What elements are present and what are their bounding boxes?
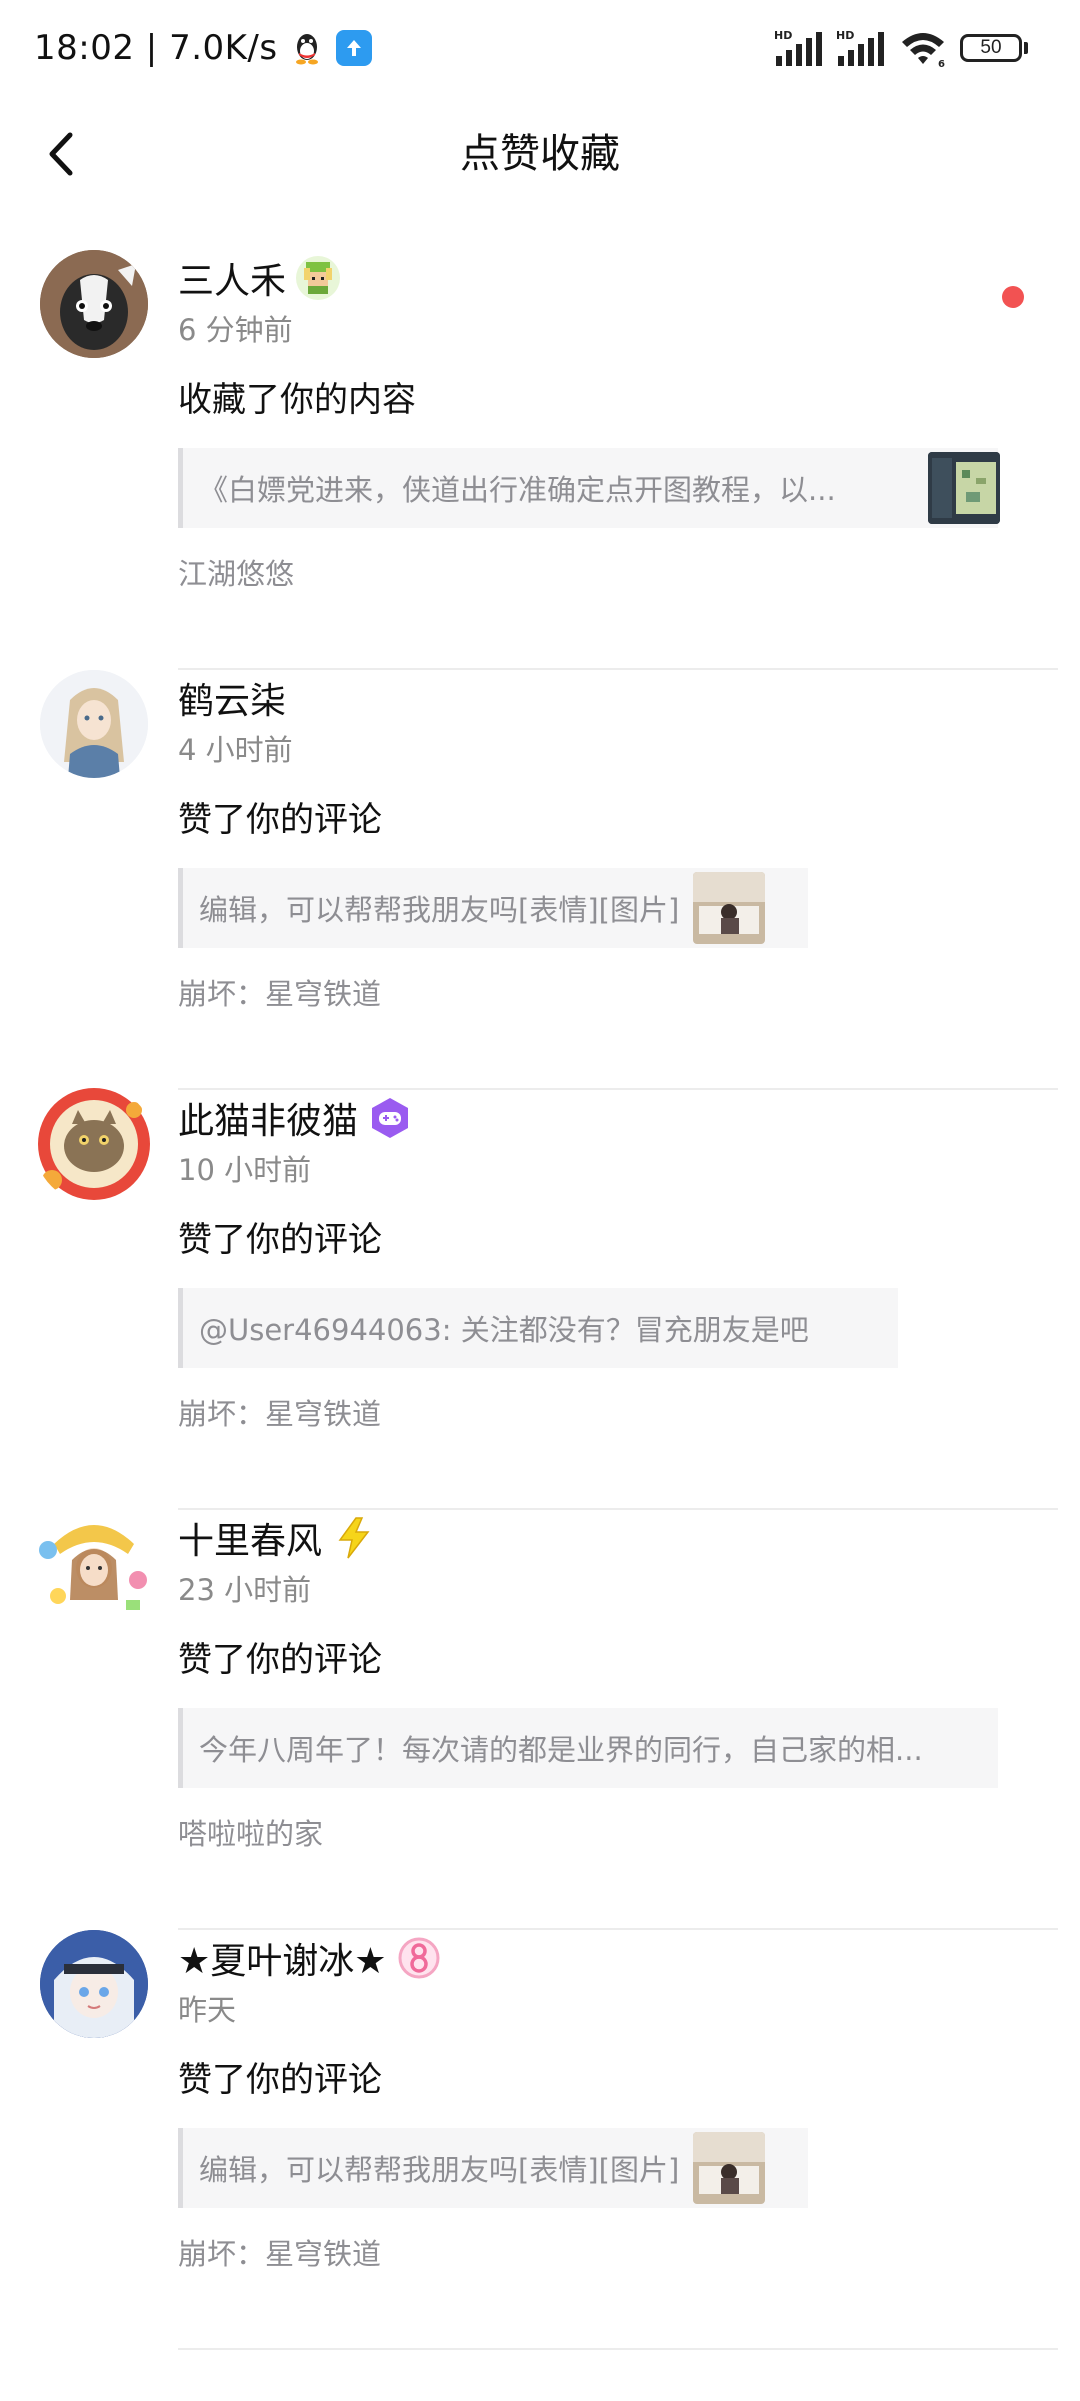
user-row: ★夏叶谢冰★ [178, 1930, 1050, 1986]
level-badge-icon [397, 1936, 441, 1980]
user-row: 三人禾 [178, 250, 1050, 306]
lightning-badge-icon [332, 1516, 376, 1560]
gamepad-badge-icon [368, 1096, 412, 1140]
battery-icon: 50 [960, 31, 1028, 65]
quoted-text: 《白嫖党进来，侠道出行准确定点开图教程，以... [199, 473, 836, 507]
svg-text:HD: HD [836, 29, 854, 42]
source-community[interactable]: 崩坏：星穹铁道 [178, 1392, 1050, 1436]
avatar[interactable] [34, 1084, 154, 1204]
source-community[interactable]: 江湖悠悠 [178, 552, 1050, 596]
notification-item[interactable]: 十里春风 23 小时前 赞了你的评论 今年八周年了！每次请的都是业界的同行，自己… [0, 1510, 1080, 1930]
status-right: HD HD 6 50 [774, 26, 1028, 70]
source-community[interactable]: 嗒啦啦的家 [178, 1812, 1050, 1856]
quoted-text: 编辑，可以帮帮我朋友吗[表情][图片] [199, 2153, 680, 2187]
quoted-content[interactable]: 《白嫖党进来，侠道出行准确定点开图教程，以... [178, 448, 1000, 528]
content-thumbnail[interactable] [693, 872, 766, 944]
notification-item[interactable]: 三人禾 6 分钟前 收藏了你的内容 《白嫖党进来，侠道出行准确定点开图教程，以.… [0, 250, 1080, 670]
quoted-text: 编辑，可以帮帮我朋友吗[表情][图片] [199, 893, 680, 927]
avatar[interactable] [40, 250, 148, 358]
battery-level: 50 [980, 37, 1002, 58]
top-bar: 点赞收藏 [0, 100, 1080, 210]
upload-notification-icon [335, 30, 372, 66]
notification-content: 此猫非彼猫 10 小时前 赞了你的评论 @User46944063: 关注都没有… [178, 1090, 1050, 1436]
timestamp: 23 小时前 [178, 1573, 312, 1607]
notification-content: 三人禾 6 分钟前 收藏了你的内容 《白嫖党进来，侠道出行准确定点开图教程，以.… [178, 250, 1050, 596]
quoted-content[interactable]: 编辑，可以帮帮我朋友吗[表情][图片] [178, 868, 808, 948]
content-thumbnail[interactable] [928, 452, 1000, 524]
quoted-text: 今年八周年了！每次请的都是业界的同行，自己家的相... [199, 1733, 923, 1767]
timestamp: 10 小时前 [178, 1153, 312, 1187]
notification-item[interactable]: ★夏叶谢冰★ 昨天 赞了你的评论 编辑，可以帮帮我朋友吗[表情][图片] 崩坏：… [0, 1930, 1080, 2350]
quoted-text: @User46944063: 关注都没有？冒充朋友是吧 [199, 1313, 809, 1347]
user-name[interactable]: 此猫非彼猫 [178, 1092, 358, 1144]
action-text: 赞了你的评论 [178, 1640, 382, 1680]
notification-item[interactable]: 此猫非彼猫 10 小时前 赞了你的评论 @User46944063: 关注都没有… [0, 1088, 1080, 1510]
quoted-content[interactable]: @User46944063: 关注都没有？冒充朋友是吧 [178, 1288, 898, 1368]
timestamp: 6 分钟前 [178, 313, 293, 347]
svg-text:6: 6 [938, 59, 945, 68]
user-name[interactable]: 鹤云柒 [178, 672, 286, 724]
action-text: 赞了你的评论 [178, 1220, 382, 1260]
quoted-content[interactable]: 今年八周年了！每次请的都是业界的同行，自己家的相... [178, 1708, 998, 1788]
source-community[interactable]: 崩坏：星穹铁道 [178, 2232, 1050, 2276]
user-name[interactable]: 三人禾 [178, 252, 286, 304]
notification-item[interactable]: 鹤云柒 4 小时前 赞了你的评论 编辑，可以帮帮我朋友吗[表情][图片] 崩坏：… [0, 670, 1080, 1090]
quoted-content[interactable]: 编辑，可以帮帮我朋友吗[表情][图片] [178, 2128, 808, 2208]
user-name[interactable]: 十里春风 [178, 1512, 322, 1564]
qq-penguin-icon [295, 34, 318, 65]
user-name[interactable]: ★夏叶谢冰★ [178, 1932, 387, 1984]
status-time: 18:02 | 7.0K/s [34, 28, 278, 68]
signal-strength-icon: HD [774, 29, 822, 66]
wifi-icon: 6 [902, 33, 945, 68]
notification-content: 鹤云柒 4 小时前 赞了你的评论 编辑，可以帮帮我朋友吗[表情][图片] 崩坏：… [178, 670, 1050, 1016]
timestamp: 昨天 [178, 1993, 237, 2027]
action-text: 赞了你的评论 [178, 800, 382, 840]
notification-content: ★夏叶谢冰★ 昨天 赞了你的评论 编辑，可以帮帮我朋友吗[表情][图片] 崩坏：… [178, 1930, 1050, 2276]
unread-dot [1002, 286, 1024, 308]
avatar[interactable] [40, 1930, 148, 2038]
user-row: 此猫非彼猫 [178, 1090, 1050, 1146]
pixel-character-badge-icon [296, 256, 341, 300]
user-row: 鹤云柒 [178, 670, 1050, 726]
status-left: 18:02 | 7.0K/s [34, 24, 372, 72]
content-thumbnail[interactable] [693, 2132, 766, 2204]
divider [178, 2348, 1058, 2350]
avatar[interactable] [40, 670, 148, 778]
user-row: 十里春风 [178, 1510, 1050, 1566]
page-title: 点赞收藏 [460, 131, 620, 177]
svg-text:HD: HD [774, 29, 792, 42]
action-text: 赞了你的评论 [178, 2060, 382, 2100]
avatar[interactable] [34, 1504, 154, 1624]
status-bar: 18:02 | 7.0K/s HD HD 6 50 [0, 0, 1080, 96]
timestamp: 4 小时前 [178, 733, 293, 767]
action-text: 收藏了你的内容 [178, 380, 416, 420]
source-community[interactable]: 崩坏：星穹铁道 [178, 972, 1050, 1016]
notification-content: 十里春风 23 小时前 赞了你的评论 今年八周年了！每次请的都是业界的同行，自己… [178, 1510, 1050, 1856]
signal-strength-icon-2: HD [836, 29, 884, 66]
